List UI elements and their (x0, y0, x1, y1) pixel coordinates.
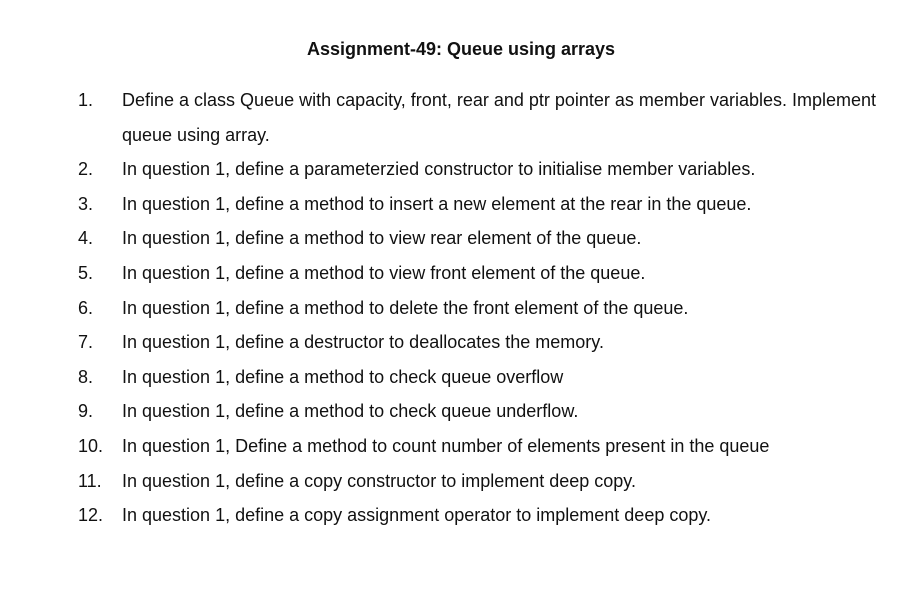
item-number: 4. (78, 228, 94, 249)
item-text: In question 1, define a parameterzied co… (122, 159, 756, 180)
item-text: In question 1, define a method to view r… (122, 228, 642, 249)
item-number: 3. (78, 193, 94, 214)
list-item: 3. In question 1, define a method to ins… (0, 187, 922, 222)
item-number: 1. (78, 90, 94, 110)
item-number: 5. (78, 262, 94, 283)
item-text: In question 1, Define a method to count … (122, 435, 770, 456)
item-text: In question 1, define a destructor to de… (122, 332, 604, 353)
list-item: 6. In question 1, define a method to del… (0, 291, 922, 326)
item-number: 2. (78, 159, 94, 180)
item-text: In question 1, define a method to delete… (122, 297, 689, 318)
item-number: 8. (78, 366, 94, 387)
item-text: Define a class Queue with capacity, fron… (122, 90, 877, 145)
document-title: Assignment-49: Queue using arrays (306, 39, 616, 59)
list-item: 9. In question 1, define a method to che… (0, 394, 922, 429)
item-text: In question 1, define a method to check … (122, 401, 579, 422)
list-item: 4. In question 1, define a method to vie… (0, 221, 922, 256)
item-number: 9. (78, 401, 94, 422)
list-item: 12. In question 1, define a copy assignm… (0, 498, 922, 533)
item-text: In question 1, define a copy constructor… (122, 470, 636, 491)
list-item: 10. In question 1, Define a method to co… (0, 429, 922, 464)
document-page: Assignment-49: Queue using arrays 1. Def… (0, 0, 922, 609)
assignment-list: 1. Define a class Queue with capacity, f… (0, 83, 922, 533)
list-item: 2. In question 1, define a parameterzied… (0, 152, 922, 187)
item-number: 10. (78, 435, 104, 456)
list-item: 11. In question 1, define a copy constru… (0, 464, 922, 499)
item-text: In question 1, define a copy assignment … (122, 505, 712, 526)
item-text: In question 1, define a method to check … (122, 366, 564, 387)
item-number: 11. (78, 470, 102, 491)
item-number: 12. (78, 505, 104, 526)
list-item: 5. In question 1, define a method to vie… (0, 256, 922, 291)
item-number: 6. (78, 297, 94, 318)
list-item: 7. In question 1, define a destructor to… (0, 325, 922, 360)
list-item: 8. In question 1, define a method to che… (0, 360, 922, 395)
item-number: 7. (78, 332, 94, 353)
item-text: In question 1, define a method to insert… (122, 193, 752, 214)
item-text: In question 1, define a method to view f… (122, 262, 646, 283)
list-item: 1. Define a class Queue with capacity, f… (0, 83, 922, 152)
